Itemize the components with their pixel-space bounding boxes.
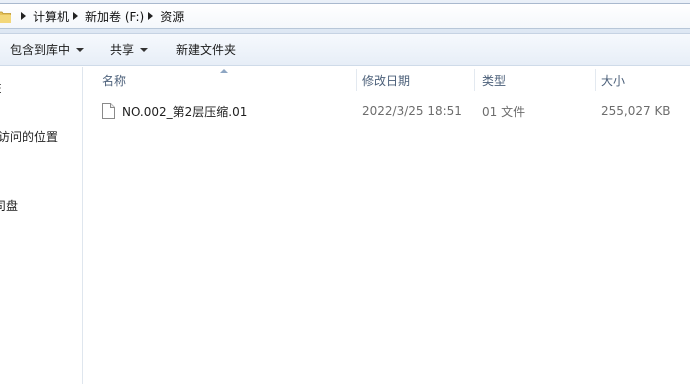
column-size[interactable]: 大小 (595, 67, 690, 94)
share-button[interactable]: 共享 (104, 39, 154, 61)
column-modified[interactable]: 修改日期 (356, 67, 474, 94)
column-name-label: 名称 (102, 74, 127, 88)
breadcrumb-item-computer[interactable]: 计算机 (33, 8, 69, 25)
file-icon (102, 103, 115, 119)
breadcrumb[interactable]: 计算机 新加卷 (F:) 资源 (0, 3, 690, 29)
command-bar: 包含到库中 共享 新建文件夹 (0, 34, 690, 66)
file-type: 01 文件 (482, 104, 526, 119)
chevron-right-icon[interactable] (148, 12, 154, 20)
chevron-right-icon[interactable] (21, 12, 26, 20)
column-type[interactable]: 类型 (476, 67, 596, 94)
folder-icon (0, 10, 12, 23)
file-list[interactable]: 名称 修改日期 类型 大小 NO.002_第2层压缩.01 2022/3/25 … (84, 67, 690, 384)
share-label: 共享 (110, 43, 135, 57)
breadcrumb-item-folder[interactable]: 资源 (160, 8, 184, 25)
file-size: 255,027 KB (601, 104, 671, 118)
include-in-library-button[interactable]: 包含到库中 (4, 39, 90, 61)
file-modified: 2022/3/25 18:51 (362, 104, 462, 118)
table-row[interactable]: NO.002_第2层压缩.01 2022/3/25 18:51 01 文件 25… (84, 99, 690, 123)
include-in-library-label: 包含到库中 (10, 43, 71, 57)
column-size-label: 大小 (601, 74, 626, 88)
chevron-down-icon (140, 47, 149, 52)
sidebar-item-recent-places[interactable]: 访问的位置 (0, 128, 58, 145)
column-type-label: 类型 (482, 74, 507, 88)
new-folder-button[interactable]: 新建文件夹 (170, 39, 242, 61)
address-bar: 计算机 新加卷 (F:) 资源 (0, 0, 690, 34)
column-modified-label: 修改日期 (362, 74, 411, 88)
navigation-pane[interactable]: E 访问的位置 司盘 (0, 67, 83, 384)
chevron-down-icon (76, 47, 85, 52)
new-folder-label: 新建文件夹 (176, 43, 237, 57)
column-name[interactable]: 名称 (96, 67, 356, 94)
chevron-right-icon[interactable] (73, 12, 79, 20)
column-divider[interactable] (474, 69, 475, 91)
column-header-row: 名称 修改日期 类型 大小 (84, 67, 690, 94)
file-name[interactable]: NO.002_第2层压缩.01 (122, 99, 247, 123)
sidebar-item-disk[interactable]: 司盘 (0, 197, 18, 214)
sidebar-item-favorites[interactable]: E (0, 82, 2, 96)
breadcrumb-item-drive[interactable]: 新加卷 (F:) (85, 8, 144, 25)
